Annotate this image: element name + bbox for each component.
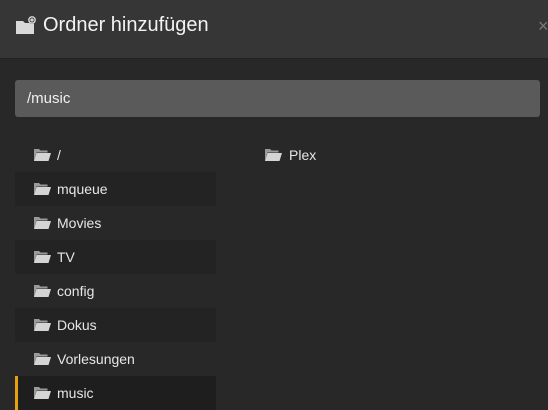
directory-label: Vorlesungen — [57, 351, 135, 367]
close-button[interactable]: × — [538, 16, 548, 37]
subdirectory-label: Plex — [289, 147, 317, 163]
folder-add-icon — [16, 16, 36, 34]
directory-item[interactable]: TV — [15, 240, 216, 274]
folder-open-icon — [34, 387, 51, 399]
directory-label: TV — [57, 249, 75, 265]
directory-item-selected[interactable]: music — [15, 376, 216, 410]
folder-open-icon — [265, 149, 282, 161]
directory-item[interactable]: Movies — [15, 206, 216, 240]
folder-open-icon — [34, 149, 51, 161]
directory-label: Movies — [57, 215, 102, 231]
folder-open-icon — [34, 251, 51, 263]
folder-open-icon — [34, 183, 51, 195]
folder-open-icon — [34, 353, 51, 365]
directory-label: config — [57, 283, 95, 299]
path-input[interactable] — [15, 80, 540, 117]
directory-label: / — [57, 147, 61, 163]
directory-label: music — [57, 385, 94, 401]
directory-item[interactable]: Vorlesungen — [15, 342, 216, 376]
directory-label: mqueue — [57, 181, 108, 197]
dialog-title: Ordner hinzufügen — [43, 14, 209, 36]
folder-open-icon — [34, 285, 51, 297]
directory-item[interactable]: mqueue — [15, 172, 216, 206]
folder-open-icon — [34, 217, 51, 229]
dialog-header: Ordner hinzufügen × — [0, 0, 548, 59]
directory-label: Dokus — [57, 317, 97, 333]
directory-item[interactable]: / — [15, 138, 216, 172]
directory-list: / mqueue Movies TV config Dokus Vorlesun… — [15, 138, 216, 410]
directory-item[interactable]: Dokus — [15, 308, 216, 342]
folder-open-icon — [34, 319, 51, 331]
directory-item[interactable]: config — [15, 274, 216, 308]
